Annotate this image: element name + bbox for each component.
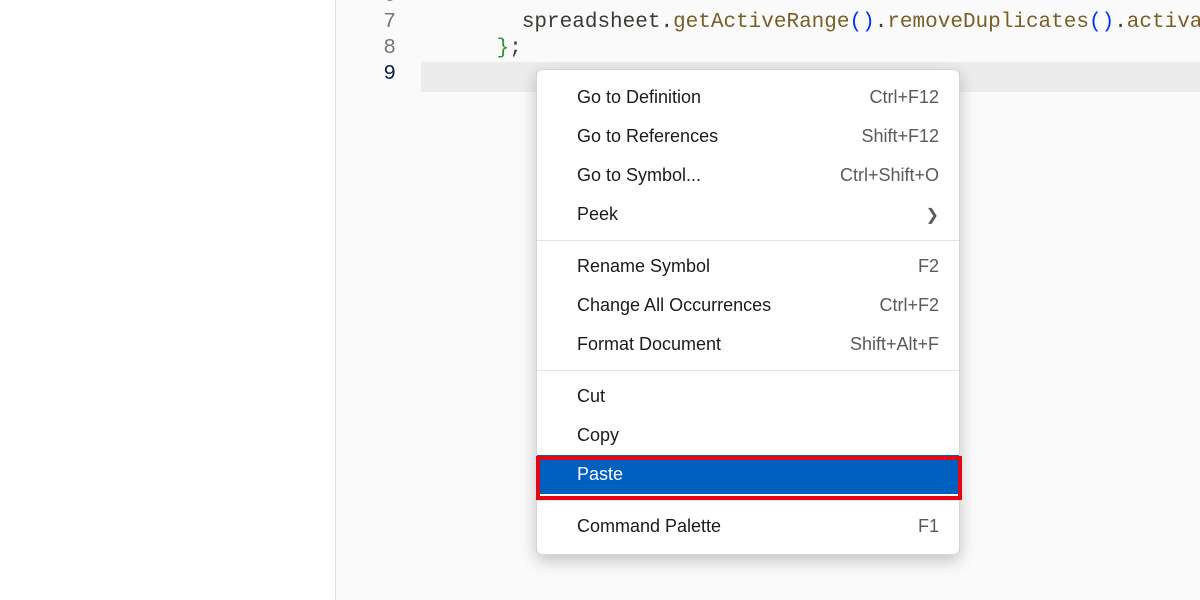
line-number: 7 (336, 10, 396, 36)
menu-item-shortcut: F1 (918, 516, 939, 537)
code-token: } (497, 37, 510, 60)
menu-item-format-document[interactable]: Format Document Shift+Alt+F (537, 325, 959, 364)
menu-item-label: Peek (577, 204, 618, 225)
menu-item-change-all-occurrences[interactable]: Change All Occurrences Ctrl+F2 (537, 286, 959, 325)
menu-item-label: Paste (577, 464, 623, 485)
menu-item-shortcut: Shift+F12 (861, 126, 939, 147)
code-token: ) (862, 11, 875, 34)
code-token: ( (850, 11, 863, 34)
line-number-current: 9 (336, 62, 396, 88)
menu-item-label: Go to Definition (577, 87, 701, 108)
menu-item-copy[interactable]: Copy (537, 416, 959, 455)
code-token: ) (1102, 11, 1115, 34)
chevron-right-icon: ❯ (926, 205, 939, 225)
menu-item-go-to-symbol[interactable]: Go to Symbol... Ctrl+Shift+O (537, 156, 959, 195)
code-line[interactable]: }; (421, 10, 522, 88)
menu-separator (537, 370, 959, 371)
menu-item-shortcut: F2 (918, 256, 939, 277)
menu-item-shortcut: Ctrl+Shift+O (840, 165, 939, 186)
sidebar-region (0, 0, 335, 600)
line-number: 8 (336, 36, 396, 62)
code-token: . (1114, 11, 1127, 34)
menu-item-label: Rename Symbol (577, 256, 710, 277)
menu-item-rename-symbol[interactable]: Rename Symbol F2 (537, 247, 959, 286)
menu-item-shortcut: Shift+Alt+F (850, 334, 939, 355)
menu-item-peek[interactable]: Peek ❯ (537, 195, 959, 234)
menu-item-cut[interactable]: Cut (537, 377, 959, 416)
menu-item-paste[interactable]: Paste (537, 455, 959, 494)
menu-item-shortcut: Ctrl+F12 (869, 87, 939, 108)
code-token: removeDuplicates (887, 11, 1089, 34)
code-token: ( (1089, 11, 1102, 34)
menu-item-shortcut: Ctrl+F2 (879, 295, 939, 316)
menu-separator (537, 240, 959, 241)
code-token: activate (1127, 11, 1200, 34)
menu-item-go-to-references[interactable]: Go to References Shift+F12 (537, 117, 959, 156)
code-line[interactable]: spreadsheet.getActiveRange().removeDupli… (421, 0, 1200, 62)
menu-item-label: Cut (577, 386, 605, 407)
code-token: spreadsheet. (497, 11, 673, 34)
menu-item-label: Change All Occurrences (577, 295, 771, 316)
menu-item-label: Go to Symbol... (577, 165, 701, 186)
menu-item-label: Format Document (577, 334, 721, 355)
editor-context-menu[interactable]: Go to Definition Ctrl+F12 Go to Referenc… (536, 69, 960, 555)
code-token: getActiveRange (673, 11, 849, 34)
menu-item-label: Command Palette (577, 516, 721, 537)
menu-item-label: Go to References (577, 126, 718, 147)
line-number-gutter: 6 7 8 9 (336, 0, 411, 600)
code-token: ; (509, 37, 522, 60)
menu-item-go-to-definition[interactable]: Go to Definition Ctrl+F12 (537, 78, 959, 117)
line-number: 6 (336, 0, 396, 10)
menu-item-label: Copy (577, 425, 619, 446)
menu-separator (537, 500, 959, 501)
code-token: . (875, 11, 888, 34)
menu-item-command-palette[interactable]: Command Palette F1 (537, 507, 959, 546)
